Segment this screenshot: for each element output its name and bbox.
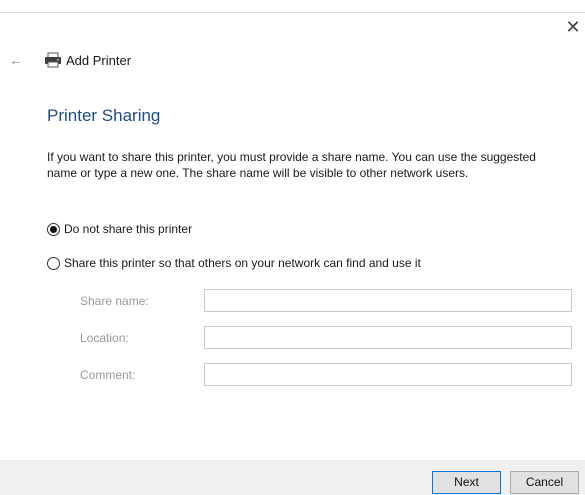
printer-icon <box>45 52 61 68</box>
share-name-label: Share name: <box>80 294 149 308</box>
close-icon[interactable]: ✕ <box>565 18 581 36</box>
back-arrow-icon[interactable]: ← <box>7 53 25 67</box>
radio-button-unselected-icon[interactable] <box>47 256 60 270</box>
radio-share-printer[interactable]: Share this printer so that others on you… <box>47 255 421 271</box>
next-button[interactable]: Next <box>432 471 501 494</box>
radio-button-selected-icon[interactable] <box>47 222 60 236</box>
location-input[interactable] <box>204 326 572 349</box>
radio-do-not-share-label: Do not share this printer <box>64 222 193 236</box>
window-title: Add Printer <box>66 53 132 68</box>
location-label: Location: <box>80 331 129 345</box>
radio-share-printer-label: Share this printer so that others on you… <box>64 256 421 270</box>
share-name-input[interactable] <box>204 289 572 312</box>
radio-do-not-share[interactable]: Do not share this printer <box>47 221 192 237</box>
title-bar-divider <box>0 12 585 13</box>
cancel-button[interactable]: Cancel <box>510 471 579 494</box>
page-heading: Printer Sharing <box>47 106 161 125</box>
comment-label: Comment: <box>80 368 136 382</box>
page-description: If you want to share this printer, you m… <box>47 150 536 180</box>
comment-input[interactable] <box>204 363 572 386</box>
